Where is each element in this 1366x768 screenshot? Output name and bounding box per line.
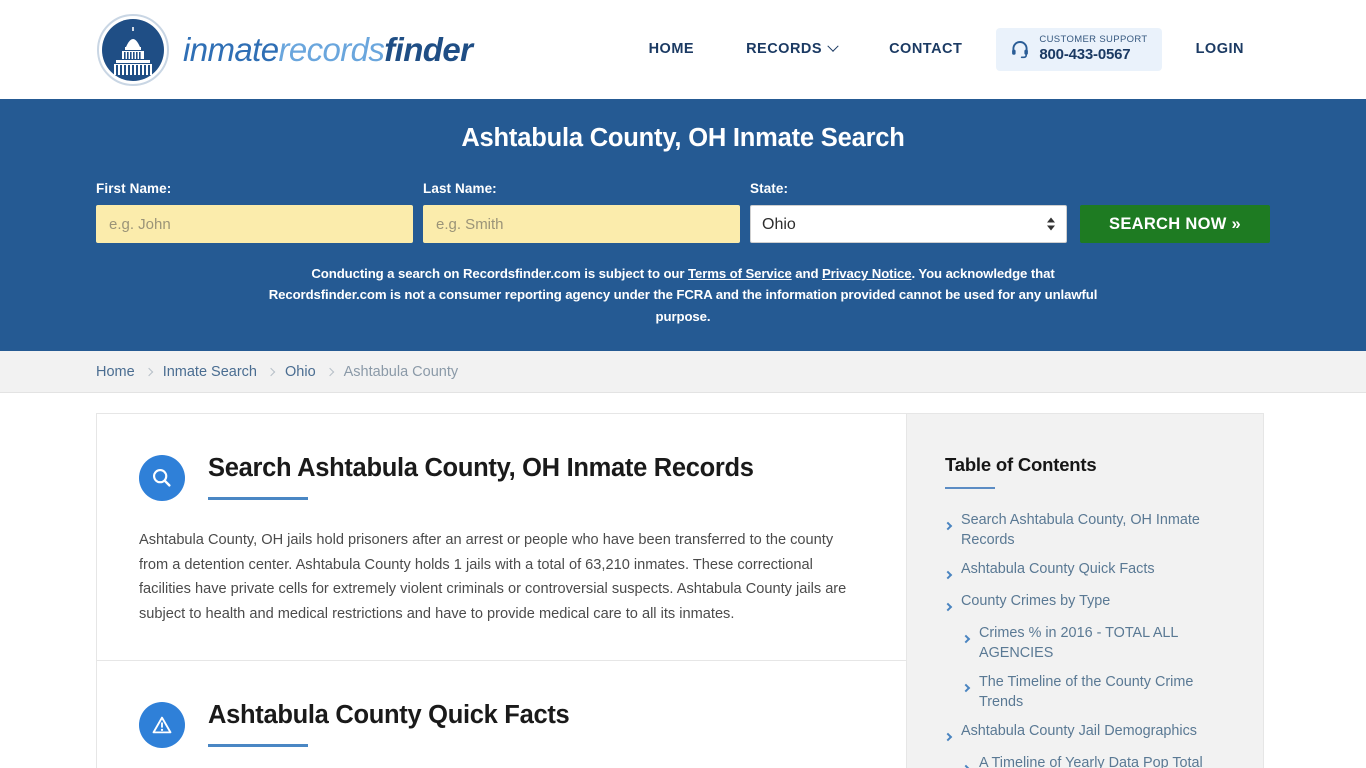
privacy-notice-link[interactable]: Privacy Notice xyxy=(822,266,912,281)
nav-label: CONTACT xyxy=(889,41,963,58)
brand-logo-link[interactable]: inmaterecordsfinder xyxy=(96,13,473,87)
toc-item-label[interactable]: County Crimes by Type xyxy=(961,591,1110,611)
last-name-input[interactable] xyxy=(423,205,740,243)
nav-item-contact[interactable]: CONTACT xyxy=(863,41,988,57)
first-name-input[interactable] xyxy=(96,205,413,243)
section-accent-rule xyxy=(208,744,308,748)
toc-item-label[interactable]: A Timeline of Yearly Data Pop Total from… xyxy=(979,753,1233,768)
breadcrumb-separator-icon xyxy=(266,367,276,376)
brand-part-inmate: inmate xyxy=(183,31,279,68)
toc-item-label[interactable]: Ashtabula County Jail Demographics xyxy=(961,721,1197,741)
main-navigation: HOME RECORDS CONTACT CUSTOMER SUPPORT 80… xyxy=(623,28,1270,71)
disclaimer-text-part1: Conducting a search on Recordsfinder.com… xyxy=(311,266,688,281)
magnifier-icon xyxy=(139,455,185,501)
page-title: Ashtabula County, OH Inmate Search xyxy=(461,124,905,152)
customer-support-button[interactable]: CUSTOMER SUPPORT 800-433-0567 xyxy=(996,28,1162,71)
toc-item-crime-trends-timeline[interactable]: The Timeline of the County Crime Trends xyxy=(945,672,1233,713)
last-name-label: Last Name: xyxy=(423,181,497,196)
brand-part-finder: finder xyxy=(384,31,473,68)
hero-search-section: Ashtabula County, OH Inmate Search First… xyxy=(0,99,1366,351)
toc-item-quick-facts[interactable]: Ashtabula County Quick Facts xyxy=(943,559,1233,583)
support-label: CUSTOMER SUPPORT xyxy=(1039,34,1148,46)
breadcrumb-item-inmate-search[interactable]: Inmate Search xyxy=(163,364,257,380)
nav-label: LOGIN xyxy=(1195,41,1244,58)
toc-item-crimes-percent-2016[interactable]: Crimes % in 2016 - TOTAL ALL AGENCIES xyxy=(945,623,1233,664)
section-body-text: Ashtabula County, OH jails hold prisoner… xyxy=(139,532,847,622)
chevron-right-icon xyxy=(961,678,971,696)
support-phone: 800-433-0567 xyxy=(1039,46,1131,64)
nav-item-login[interactable]: LOGIN xyxy=(1170,41,1270,57)
last-name-field-group: Last Name: xyxy=(423,181,740,243)
disclaimer-text-part2: and xyxy=(791,266,822,281)
search-disclaimer: Conducting a search on Recordsfinder.com… xyxy=(263,263,1103,327)
state-field-group: State: Ohio xyxy=(750,181,1067,243)
breadcrumb-item-ohio[interactable]: Ohio xyxy=(285,364,316,380)
chevron-right-icon xyxy=(961,759,971,768)
chevron-down-icon xyxy=(827,40,839,53)
page-body: Search Ashtabula County, OH Inmate Recor… xyxy=(0,393,1366,768)
toc-item-jail-demographics[interactable]: Ashtabula County Jail Demographics xyxy=(943,721,1233,745)
first-name-label: First Name: xyxy=(96,181,172,196)
headset-icon xyxy=(1010,39,1030,59)
breadcrumb-item-home[interactable]: Home xyxy=(96,364,135,380)
toc-item-label[interactable]: The Timeline of the County Crime Trends xyxy=(979,672,1233,713)
brand-wordmark: inmaterecordsfinder xyxy=(183,31,473,68)
brand-part-records: records xyxy=(278,31,385,68)
nav-label: HOME xyxy=(648,41,695,58)
section-search-records: Search Ashtabula County, OH Inmate Recor… xyxy=(97,414,906,660)
section-title: Ashtabula County Quick Facts xyxy=(208,701,570,730)
toc-item-label[interactable]: Search Ashtabula County, OH Inmate Recor… xyxy=(961,510,1233,551)
section-quick-facts: Ashtabula County Quick Facts xyxy=(97,660,906,768)
nav-item-records[interactable]: RECORDS xyxy=(720,40,863,58)
chevron-right-icon xyxy=(943,565,953,583)
chevron-right-icon xyxy=(943,727,953,745)
toc-item-label[interactable]: Crimes % in 2016 - TOTAL ALL AGENCIES xyxy=(979,623,1233,664)
breadcrumb-separator-icon xyxy=(325,367,334,376)
toc-title: Table of Contents xyxy=(945,454,1097,475)
terms-of-service-link[interactable]: Terms of Service xyxy=(688,266,792,281)
breadcrumb: Home Inmate Search Ohio Ashtabula County xyxy=(0,351,1366,393)
state-label: State: xyxy=(750,181,789,196)
toc-item-yearly-pop-total-timeline[interactable]: A Timeline of Yearly Data Pop Total from… xyxy=(945,753,1233,768)
chevron-right-icon xyxy=(961,629,971,647)
section-title: Search Ashtabula County, OH Inmate Recor… xyxy=(208,454,754,482)
toc-item-county-crimes-by-type[interactable]: County Crimes by Type xyxy=(943,591,1233,615)
site-header: inmaterecordsfinder HOME RECORDS CONTACT… xyxy=(0,0,1366,99)
toc-item-label[interactable]: Ashtabula County Quick Facts xyxy=(961,559,1155,579)
nav-item-home[interactable]: HOME xyxy=(623,41,721,57)
section-accent-rule xyxy=(208,497,308,501)
breadcrumb-separator-icon xyxy=(144,367,153,376)
chevron-right-icon xyxy=(943,516,953,534)
chevron-right-icon xyxy=(943,597,953,615)
table-of-contents-sidebar: Table of Contents Search Ashtabula Count… xyxy=(906,413,1264,768)
toc-item-search-records[interactable]: Search Ashtabula County, OH Inmate Recor… xyxy=(943,510,1233,551)
toc-accent-rule xyxy=(945,487,995,489)
nav-label: RECORDS xyxy=(746,41,823,58)
breadcrumb-item-current: Ashtabula County xyxy=(343,363,459,380)
toc-list: Search Ashtabula County, OH Inmate Recor… xyxy=(943,510,1233,768)
capitol-dome-icon xyxy=(96,13,170,87)
state-select[interactable]: Ohio xyxy=(750,205,1067,243)
inmate-search-form: First Name: Last Name: State: Ohio SEARC… xyxy=(96,181,1270,243)
search-now-button[interactable]: SEARCH NOW » xyxy=(1080,205,1270,243)
first-name-field-group: First Name: xyxy=(96,181,413,243)
warning-triangle-icon xyxy=(139,702,185,749)
main-content-card: Search Ashtabula County, OH Inmate Recor… xyxy=(96,413,906,768)
